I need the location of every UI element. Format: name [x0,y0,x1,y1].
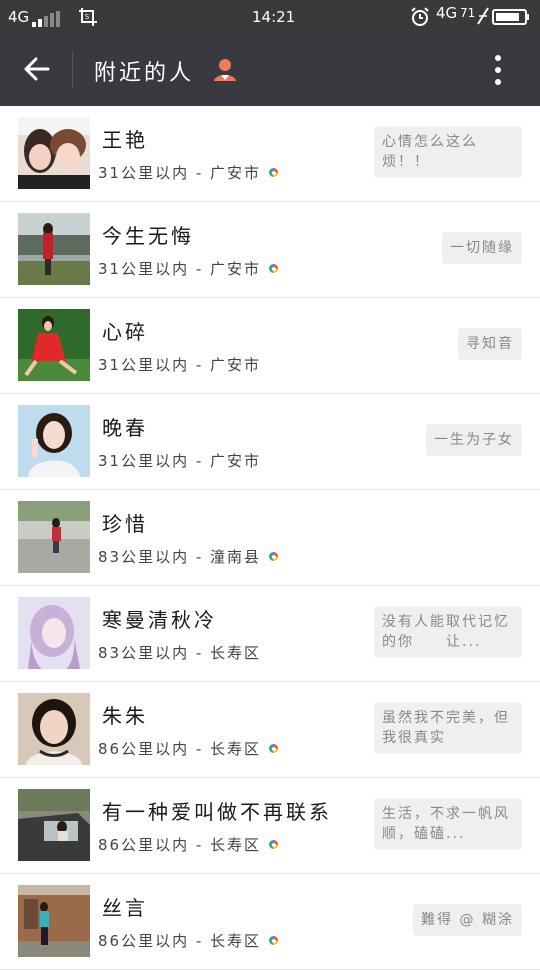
colorful-ring-icon [269,168,279,177]
avatar [18,789,90,861]
distance-text: 83公里以内 - 长寿区 [98,644,262,662]
svg-text:S: S [85,13,90,21]
distance-label: 31公里以内 - 广安市 [98,450,261,471]
back-arrow-icon [24,57,50,81]
person-name: 王艳 [102,128,148,152]
distance-label: 83公里以内 - 长寿区 [98,642,261,663]
avatar [18,693,90,765]
colorful-ring-icon [269,840,279,849]
appbar-divider [72,52,73,88]
distance-label: 31公里以内 - 广安市 [98,258,279,279]
distance-label: 83公里以内 - 潼南县 [98,546,279,567]
distance-label: 86公里以内 - 长寿区 [98,738,279,759]
more-menu-button[interactable] [486,54,510,86]
alarm-icon [410,7,430,31]
screenshot-icon: S [78,7,98,31]
no-signal-icon [476,6,490,30]
colorful-ring-icon [269,744,279,753]
clock: 14:21 [252,8,296,26]
signal-icon [32,11,62,31]
person-name: 今生无悔 [102,224,194,248]
avatar [18,117,90,189]
person-name: 寒曼清秋冷 [102,608,217,632]
list-item[interactable]: 寒曼清秋冷 83公里以内 - 长寿区 没有人能取代记忆的你 让... [0,586,540,682]
colorful-ring-icon [269,264,279,273]
avatar [18,309,90,381]
list-item[interactable]: 王艳 31公里以内 - 广安市 心情怎么这么烦！！ [0,106,540,202]
distance-label: 31公里以内 - 广安市 [98,162,279,183]
person-name: 朱朱 [102,704,148,728]
signature-bubble: 一生为子女 [426,424,522,456]
distance-text: 31公里以内 - 广安市 [98,164,262,182]
back-button[interactable] [22,54,52,84]
app-bar: 附近的人 [0,34,540,106]
person-name: 有一种爱叫做不再联系 [102,800,332,824]
battery-percent: 71 [460,6,476,20]
more-vertical-icon [495,55,501,85]
person-name: 晚春 [102,416,148,440]
list-item[interactable]: 有一种爱叫做不再联系 86公里以内 - 长寿区 生活，不求一帆风顺，磕磕... [0,778,540,874]
distance-text: 86公里以内 - 长寿区 [98,932,262,950]
distance-label: 86公里以内 - 长寿区 [98,930,279,951]
list-item[interactable]: 丝言 86公里以内 - 长寿区 難得 @ 糊涂 [0,874,540,970]
battery-icon [492,9,530,29]
list-item[interactable]: 晚春 31公里以内 - 广安市 一生为子女 [0,394,540,490]
signature-bubble: 生活，不求一帆风顺，磕磕... [374,798,522,850]
person-name: 心碎 [102,320,148,344]
colorful-ring-icon [269,552,279,561]
signature-bubble: 寻知音 [458,328,522,360]
avatar [18,405,90,477]
signature-bubble: 難得 @ 糊涂 [413,904,522,936]
signature-bubble: 虽然我不完美，但我很真实 [374,702,522,754]
network-label-right: 4G [436,4,458,22]
distance-label: 86公里以内 - 长寿区 [98,834,279,855]
person-name: 珍惜 [102,512,148,536]
list-item[interactable]: 珍惜 83公里以内 - 潼南县 [0,490,540,586]
signature-bubble: 没有人能取代记忆的你 让... [374,606,522,658]
avatar [18,885,90,957]
distance-text: 31公里以内 - 广安市 [98,260,262,278]
signature-bubble: 心情怎么这么烦！！ [374,126,522,178]
colorful-ring-icon [269,936,279,945]
distance-label: 31公里以内 - 广安市 [98,354,261,375]
person-icon [212,56,238,82]
status-bar: 4G S 14:21 4G 71 [0,0,540,34]
list-item[interactable]: 朱朱 86公里以内 - 长寿区 虽然我不完美，但我很真实 [0,682,540,778]
list-item[interactable]: 心碎 31公里以内 - 广安市 寻知音 [0,298,540,394]
avatar [18,501,90,573]
avatar [18,597,90,669]
avatar [18,213,90,285]
page-title: 附近的人 [94,61,195,86]
distance-text: 86公里以内 - 长寿区 [98,740,262,758]
distance-text: 31公里以内 - 广安市 [98,452,262,470]
person-name: 丝言 [102,896,148,920]
signature-bubble: 一切随缘 [442,232,522,264]
people-list: 王艳 31公里以内 - 广安市 心情怎么这么烦！！ 今生无悔 31公里以内 - … [0,106,540,970]
distance-text: 31公里以内 - 广安市 [98,356,262,374]
network-label-left: 4G [8,8,30,26]
distance-text: 83公里以内 - 潼南县 [98,548,262,566]
distance-text: 86公里以内 - 长寿区 [98,836,262,854]
list-item[interactable]: 今生无悔 31公里以内 - 广安市 一切随缘 [0,202,540,298]
